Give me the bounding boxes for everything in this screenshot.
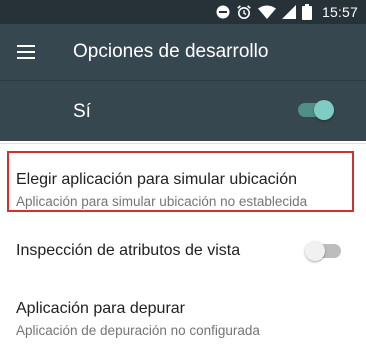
hamburger-menu-icon[interactable] xyxy=(14,39,40,65)
status-time: 15:57 xyxy=(321,4,358,20)
toggle-thumb xyxy=(305,241,325,261)
alarm-icon xyxy=(236,4,252,20)
status-bar: 15:57 xyxy=(0,0,366,24)
wifi-icon xyxy=(257,5,276,19)
debug-app-title: Aplicación para depurar xyxy=(16,300,185,317)
view-attribute-inspection-setting[interactable]: Inspección de atributos de vista xyxy=(0,220,366,283)
signal-icon xyxy=(281,5,296,19)
highlight-box xyxy=(7,151,354,212)
master-switch-label: Sí xyxy=(73,101,91,122)
master-toggle[interactable] xyxy=(298,100,334,120)
page-title: Opciones de desarrollo xyxy=(73,41,269,62)
view-attribute-inspection-toggle[interactable] xyxy=(305,241,341,261)
do-not-disturb-icon xyxy=(216,5,230,19)
view-attribute-inspection-title: Inspección de atributos de vista xyxy=(16,242,241,259)
debug-app-setting[interactable]: Aplicación para depurar Aplicación de de… xyxy=(0,283,366,358)
app-bar: Opciones de desarrollo xyxy=(0,24,366,80)
toggle-thumb xyxy=(314,100,334,120)
battery-icon xyxy=(301,4,312,20)
status-icons: 15:57 xyxy=(216,2,358,22)
debug-app-subtitle: Aplicación de depuración no configurada xyxy=(16,323,260,338)
developer-options-master-switch-row[interactable]: Sí xyxy=(0,80,366,141)
